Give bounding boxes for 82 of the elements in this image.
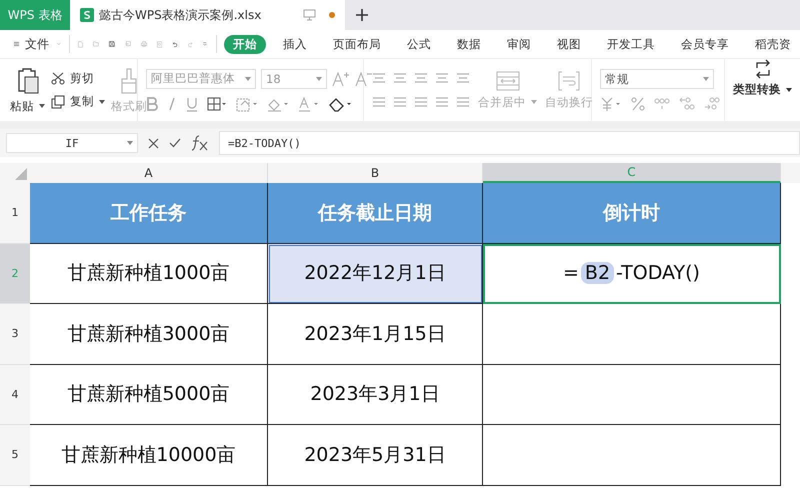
menu-tab[interactable]: 数据 [448, 34, 490, 54]
document-title: 懿古今WPS表格演示案例.xlsx [99, 6, 262, 24]
scissors-icon[interactable] [51, 72, 65, 85]
number-format-field[interactable]: 常规 [600, 69, 714, 89]
confirm-icon[interactable] [169, 138, 181, 148]
align-icon[interactable] [456, 72, 470, 84]
formula-text: -TODAY() [616, 262, 700, 284]
cancel-icon[interactable] [148, 138, 159, 148]
decrease-decimal-icon[interactable] [704, 97, 720, 111]
align-icon[interactable] [435, 96, 449, 108]
header-cell: 任务截止日期 [268, 183, 483, 244]
formula-text: = [563, 262, 579, 284]
thousands-icon[interactable] [654, 97, 670, 111]
select-all-icon[interactable] [15, 168, 27, 180]
menu-tab[interactable]: 插入 [274, 34, 316, 54]
brush-icon[interactable] [119, 66, 139, 94]
document-tab[interactable]: 懿古今WPS表格演示案例.xlsx [70, 0, 345, 30]
cell-reference: B2 [580, 262, 614, 284]
table-cell: 甘蔗新种植5000亩 [30, 364, 268, 425]
table-cell: 甘蔗新种植3000亩 [30, 304, 268, 364]
table-cell: 2023年3月1日 [268, 364, 483, 425]
name-box[interactable]: IF [6, 133, 138, 153]
border-icon[interactable] [207, 97, 227, 111]
formula-field[interactable]: =B2-TODAY() [219, 131, 800, 155]
align-icon[interactable] [414, 72, 428, 84]
copy-icon[interactable] [51, 94, 65, 108]
percent-icon[interactable] [631, 97, 645, 111]
menu-tab[interactable]: 开发工具 [598, 34, 664, 54]
cut-button[interactable]: 剪切 [70, 71, 94, 86]
menu-tab[interactable]: 会员专享 [672, 34, 738, 54]
caret-icon[interactable] [786, 88, 792, 92]
bold-icon[interactable] [146, 97, 158, 111]
underline-icon[interactable] [186, 96, 198, 112]
chevron-icon[interactable] [56, 41, 61, 47]
spreadsheet-icon [80, 8, 94, 22]
currency-icon[interactable] [600, 97, 622, 111]
menu-icon[interactable] [14, 39, 19, 49]
align-icon[interactable] [435, 72, 449, 84]
increase-decimal-icon[interactable] [679, 97, 695, 111]
align-icon[interactable] [456, 96, 470, 108]
row-header[interactable]: 5 [0, 425, 30, 486]
table-cell: 甘蔗新种植10000亩 [30, 425, 268, 486]
editing-cell[interactable]: = B2 -TODAY() [483, 244, 781, 304]
fill-icon[interactable] [236, 96, 258, 112]
eraser-icon[interactable] [329, 96, 353, 112]
align-icon[interactable] [372, 96, 386, 108]
menu-tab[interactable]: 公式 [398, 34, 440, 54]
merge-icon[interactable] [496, 70, 520, 90]
paste-button[interactable]: 粘贴 [10, 98, 34, 114]
align-icon[interactable] [372, 72, 386, 84]
new-tab-icon[interactable] [355, 8, 369, 22]
wrap-icon[interactable] [558, 70, 580, 90]
convert-icon[interactable] [754, 59, 772, 79]
row-header[interactable]: 3 [0, 304, 30, 364]
caret-icon[interactable] [39, 104, 45, 108]
increase-font-icon[interactable] [332, 70, 350, 86]
table-cell: 2023年1月15日 [268, 304, 483, 364]
font-color-icon[interactable] [298, 96, 320, 112]
align-icon[interactable] [393, 72, 407, 84]
function-icon[interactable] [191, 135, 209, 151]
menu-tab[interactable]: 页面布局 [324, 34, 390, 54]
monitor-icon[interactable] [303, 9, 316, 21]
menu-tab[interactable]: 审阅 [498, 34, 540, 54]
file-menu[interactable]: 文件 [24, 36, 49, 52]
align-icon[interactable] [393, 96, 407, 108]
header-cell: 工作任务 [30, 183, 268, 244]
table-cell: 2023年5月31日 [268, 425, 483, 486]
italic-icon[interactable] [167, 97, 177, 111]
type-convert-button[interactable]: 类型转换 [733, 82, 781, 97]
caret-icon[interactable] [99, 100, 105, 104]
decrease-font-icon[interactable] [355, 70, 373, 86]
copy-button[interactable]: 复制 [70, 94, 94, 109]
paste-icon[interactable] [16, 66, 40, 94]
align-icon[interactable] [414, 96, 428, 108]
menu-tab[interactable]: 视图 [548, 34, 590, 54]
dropdown-icon[interactable] [202, 40, 207, 48]
menu-tab[interactable]: 稻壳资 [746, 34, 800, 54]
header-cell: 倒计时 [483, 183, 781, 244]
paint-bucket-icon[interactable] [267, 96, 289, 112]
row-header[interactable]: 1 [0, 183, 30, 244]
row-header[interactable]: 4 [0, 364, 30, 425]
table-cell: 2022年12月1日 [268, 244, 483, 304]
